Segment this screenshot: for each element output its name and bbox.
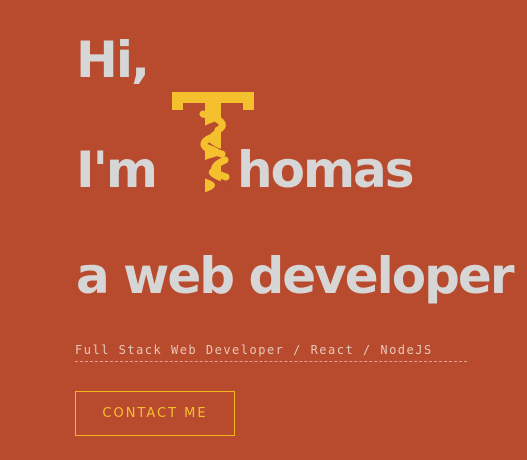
hero-section: Hi, I'm homas a web developer Full Stack… [0,0,527,460]
subtitle-underline: Full Stack Web Developer / React / NodeJ… [75,343,467,362]
tagline-text: a web developer [76,247,515,305]
contact-button[interactable]: CONTACT ME [75,391,235,436]
intro-prefix-text: I'm [76,141,158,199]
name-rest-text: homas [237,141,415,199]
greeting-text: Hi, [76,31,150,89]
subtitle-text: Full Stack Web Developer / React / NodeJ… [75,343,433,357]
